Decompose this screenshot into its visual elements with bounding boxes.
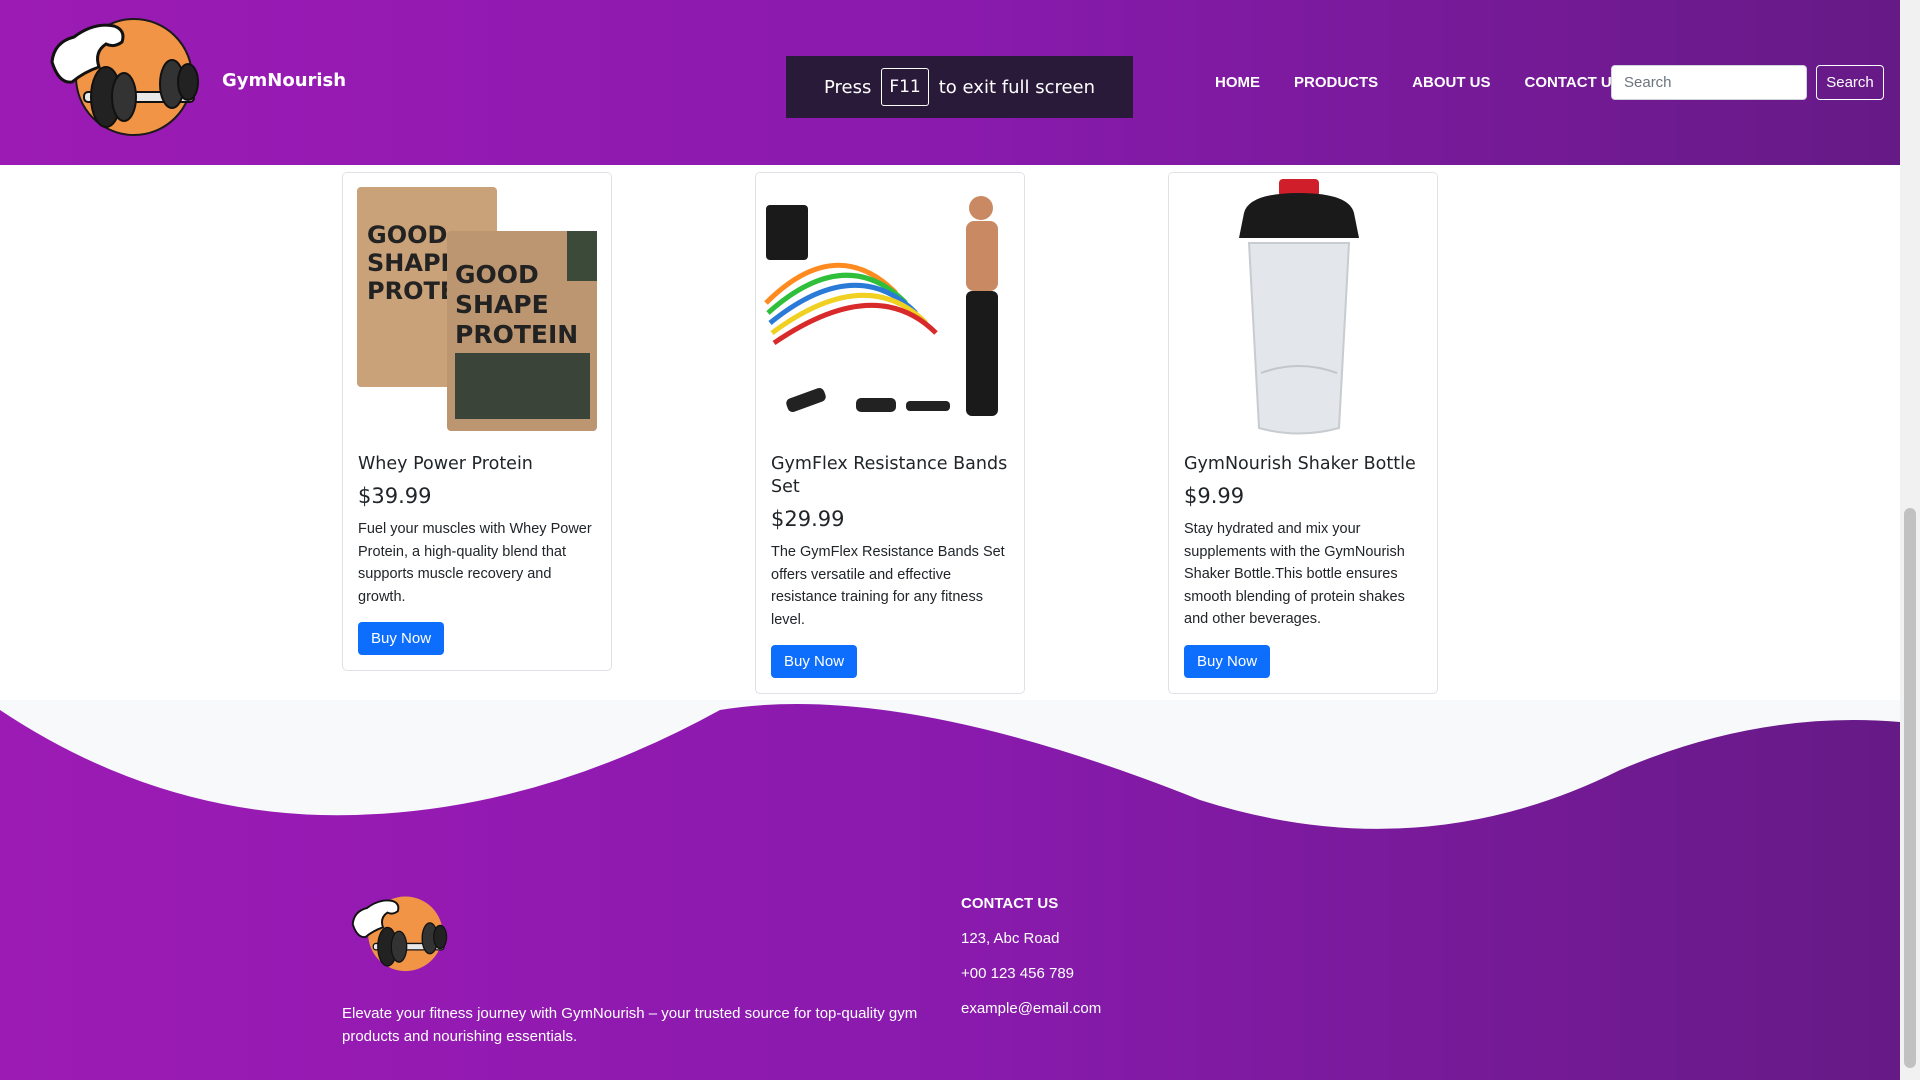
nav-about-us[interactable]: ABOUT US xyxy=(1395,74,1507,91)
product-description: The GymFlex Resistance Bands Set offers … xyxy=(771,544,1005,628)
nav-products[interactable]: PRODUCTS xyxy=(1277,74,1395,91)
product-price: $9.99 xyxy=(1184,484,1245,508)
fullscreen-notice-prefix: Press xyxy=(823,76,872,98)
protein-bags-image: GOOD SHAPE PROTEI GOOD SHAPE PROTEIN xyxy=(343,173,611,441)
search-button[interactable]: Search xyxy=(1816,65,1884,100)
contact-email[interactable]: example@email.com xyxy=(961,1000,1101,1017)
scrollbar-thumb[interactable] xyxy=(1904,508,1916,1068)
product-price: $29.99 xyxy=(771,507,845,531)
product-description: Fuel your muscles with Whey Power Protei… xyxy=(358,521,592,605)
f11-key: F11 xyxy=(881,68,929,106)
fullscreen-notice-suffix: to exit full screen xyxy=(938,76,1096,98)
buy-now-button[interactable]: Buy Now xyxy=(771,645,858,678)
svg-text:SHAPE: SHAPE xyxy=(367,249,457,277)
footer-contact: CONTACT US 123, Abc Road +00 123 456 789… xyxy=(961,895,1101,1035)
product-price: $39.99 xyxy=(358,484,432,508)
contact-title: CONTACT US xyxy=(961,895,1059,912)
product-card: GymFlex Resistance Bands Set $29.99 The … xyxy=(755,172,1025,694)
footer-logo-icon[interactable] xyxy=(342,892,456,982)
buy-now-button[interactable]: Buy Now xyxy=(358,622,445,655)
gym-logo-icon[interactable] xyxy=(44,12,204,152)
page-scrollbar[interactable] xyxy=(1900,0,1920,1080)
search-input[interactable] xyxy=(1611,65,1807,100)
buy-now-button[interactable]: Buy Now xyxy=(1184,644,1271,678)
svg-text:GOOD: GOOD xyxy=(455,260,539,289)
main-nav: HOME PRODUCTS ABOUT US CONTACT US xyxy=(1198,74,1639,91)
product-card: GymNourish Shaker Bottle $9.99 Stay hydr… xyxy=(1168,172,1438,694)
brand-name[interactable]: GymNourish xyxy=(222,70,346,91)
resistance-bands-image xyxy=(756,173,1024,441)
product-title: GymFlex Resistance Bands Set xyxy=(771,454,1008,497)
products-section: GOOD SHAPE PROTEI GOOD SHAPE PROTEIN Whe… xyxy=(0,165,1900,700)
product-title: GymNourish Shaker Bottle xyxy=(1184,454,1416,474)
footer-about-text: Elevate your fitness journey with GymNou… xyxy=(342,1005,918,1045)
shaker-bottle-image xyxy=(1169,173,1437,441)
site-footer: Elevate your fitness journey with GymNou… xyxy=(0,700,1900,1080)
product-description: Stay hydrated and mix your supplements w… xyxy=(1184,521,1405,627)
nav-home[interactable]: HOME xyxy=(1198,74,1277,91)
card-body: Whey Power Protein $39.99 Fuel your musc… xyxy=(343,441,611,670)
svg-text:SHAPE: SHAPE xyxy=(455,290,549,319)
svg-text:PROTEIN: PROTEIN xyxy=(455,320,578,349)
contact-phone[interactable]: +00 123 456 789 xyxy=(961,965,1101,982)
svg-text:GOOD: GOOD xyxy=(367,221,447,249)
card-body: GymFlex Resistance Bands Set $29.99 The … xyxy=(756,441,1024,693)
footer-wave xyxy=(0,704,1900,1080)
card-body: GymNourish Shaker Bottle $9.99 Stay hydr… xyxy=(1169,441,1437,693)
product-title: Whey Power Protein xyxy=(358,454,533,474)
contact-address: 123, Abc Road xyxy=(961,930,1060,947)
fullscreen-notice: Press F11 to exit full screen xyxy=(786,56,1133,118)
product-card: GOOD SHAPE PROTEI GOOD SHAPE PROTEIN Whe… xyxy=(342,172,612,671)
site-header: GymNourish Press F11 to exit full screen… xyxy=(0,0,1900,165)
